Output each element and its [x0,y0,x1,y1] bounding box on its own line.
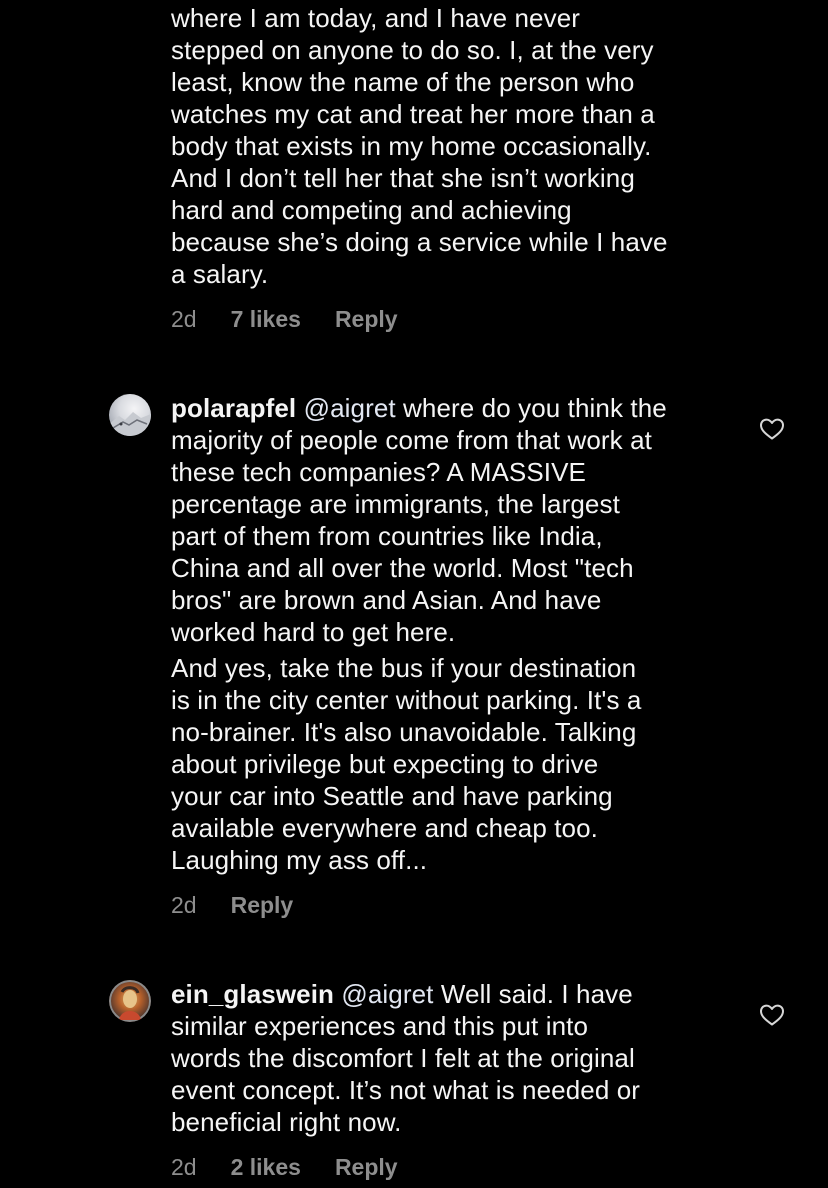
avatar[interactable] [109,980,151,1022]
artwork-avatar-icon [109,980,151,1022]
comment-2-line: available everywhere and cheap too. [171,813,599,843]
comment-2-line: worked hard to get here. [171,617,456,647]
comment-1-line: stepped on anyone to do so. I, at the ve… [171,35,654,65]
comment-2-text: polarapfel @aigret where do you think th… [171,392,731,876]
heart-outline-icon[interactable] [759,1003,785,1027]
comment-3-line: words the discomfort I felt at the origi… [171,1043,635,1073]
comment-1-line: hard and competing and achieving [171,195,572,225]
comment-2-line: China and all over the world. Most "tech [171,553,634,583]
comment-time: 2d [171,892,197,918]
comment-2-first-line: polarapfel @aigret where do you think th… [171,392,731,424]
comment-2-line: these tech companies? A MASSIVE [171,457,586,487]
comment-2-line: about privilege but expecting to drive [171,749,599,779]
comment-3-line: event concept. It’s not what is needed o… [171,1075,641,1105]
comment-2-line: is in the city center without parking. I… [171,685,642,715]
mention-link[interactable]: @aigret [341,979,433,1009]
comment-3-first-line: ein_glaswein @aigret Well said. I have [171,978,731,1010]
comment-2-line: percentage are immigrants, the largest [171,489,620,519]
comment-1-line: because she’s doing a service while I ha… [171,227,668,257]
heart-outline-icon[interactable] [759,417,785,441]
comment-1-line: a salary. [171,259,269,289]
comment-2-first-text: where do you think the [395,393,667,423]
comment-3-meta: 2d 2 likes Reply [171,1154,398,1181]
comment-1-meta: 2d 7 likes Reply [171,306,398,333]
mention-link[interactable]: @aigret [304,393,396,423]
comment-2-line: And yes, take the bus if your destinatio… [171,653,637,683]
comment-3-line: similar experiences and this put into [171,1011,589,1041]
likes-count-button[interactable]: 2 likes [231,1154,301,1181]
comment-2-line: no-brainer. It's also unavoidable. Talki… [171,717,637,747]
comment-2-line: bros" are brown and Asian. And have [171,585,602,615]
snow-landscape-avatar-icon [109,412,151,436]
comment-3-first-text: Well said. I have [433,979,633,1009]
reply-button[interactable]: Reply [335,306,398,333]
comment-1-text: where I am today, and I have never stepp… [171,2,731,290]
comment-2-line: part of them from countries like India, [171,521,603,551]
comment-time: 2d [171,306,197,332]
comment-1-line: body that exists in my home occasionally… [171,131,652,161]
comment-3-line: beneficial right now. [171,1107,402,1137]
username[interactable]: ein_glaswein [171,979,334,1009]
comment-1-line: watches my cat and treat her more than a [171,99,655,129]
comment-3-text: ein_glaswein @aigret Well said. I have s… [171,978,731,1138]
comment-2-line: majority of people come from that work a… [171,425,652,455]
comment-1-line: least, know the name of the person who [171,67,635,97]
comment-2-line: your car into Seattle and have parking [171,781,613,811]
comment-2-line: Laughing my ass off... [171,845,428,875]
reply-button[interactable]: Reply [231,892,294,919]
comment-1-line: And I don’t tell her that she isn’t work… [171,163,635,193]
comment-1-line: where I am today, and I have never [171,3,581,33]
avatar[interactable] [109,394,151,436]
comment-2-meta: 2d Reply [171,892,293,919]
username[interactable]: polarapfel [171,393,296,423]
likes-count-button[interactable]: 7 likes [231,306,301,333]
reply-button[interactable]: Reply [335,1154,398,1181]
comment-time: 2d [171,1154,197,1180]
